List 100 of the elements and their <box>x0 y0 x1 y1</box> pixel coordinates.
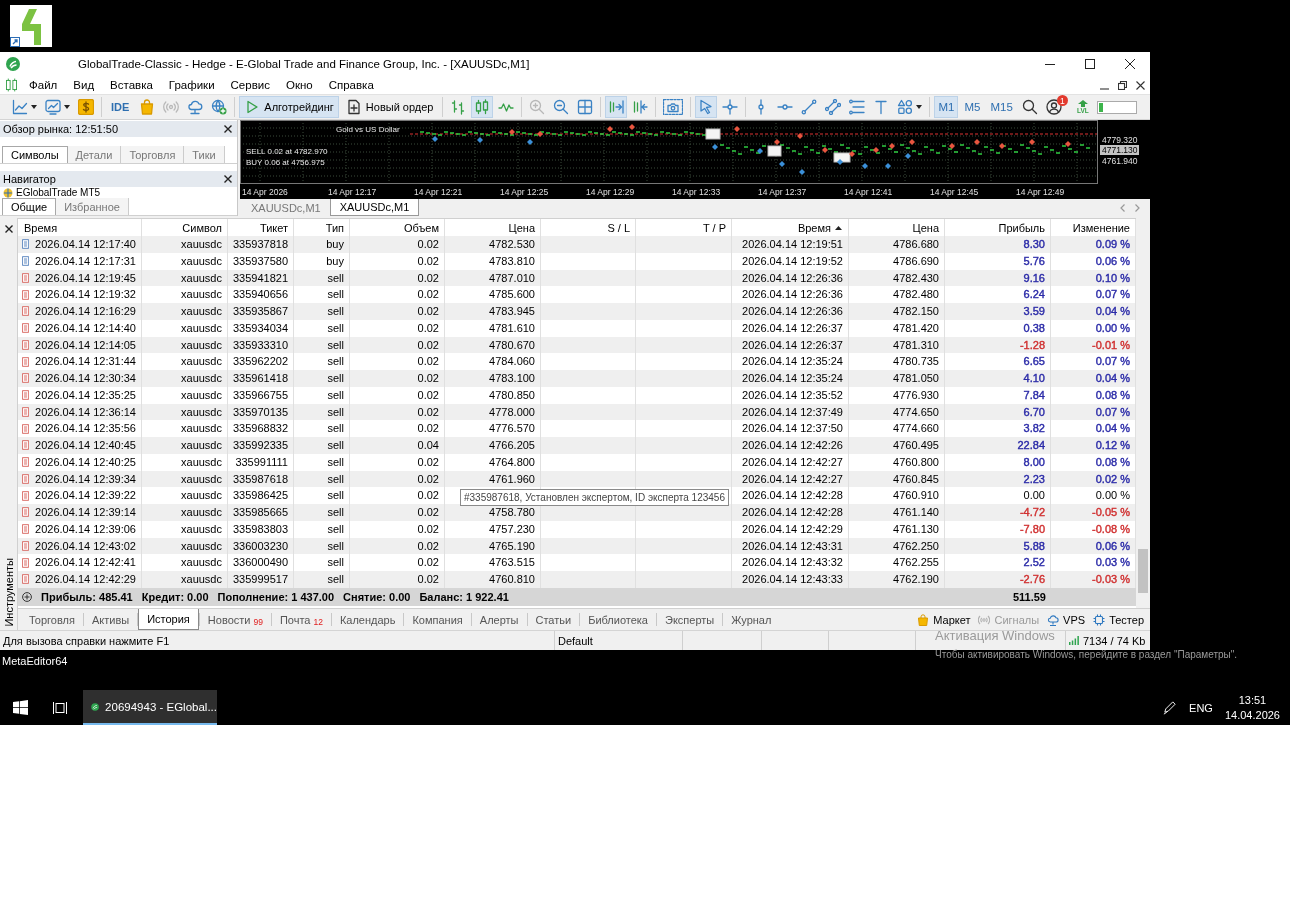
time-label: 14 Apr 12:49 <box>1016 186 1065 197</box>
total-profit: 511.59 <box>1011 590 1047 603</box>
summary-value: Пополнение: 1 437.00 <box>217 590 335 603</box>
algo-trading-button[interactable]: Алготрейдинг <box>239 96 339 118</box>
tree-item[interactable]: EGlobalTrade MT5 <box>16 187 101 198</box>
panel-tab[interactable]: Символы <box>2 146 68 163</box>
table-cell: xauusdc <box>142 504 228 521</box>
menu-item[interactable]: Сервис <box>222 76 278 94</box>
new-order-button[interactable]: Новый ордер <box>340 96 439 118</box>
clock-date[interactable]: 14.04.2026 <box>1224 707 1280 723</box>
table-cell-text: 2026.04.14 12:14:05 <box>35 337 136 353</box>
cursor-button[interactable] <box>695 96 718 118</box>
timeframe-button[interactable]: M5 <box>960 96 985 118</box>
panel-tab[interactable]: Почта 12 <box>271 609 331 630</box>
menu-item[interactable]: Вставка <box>102 76 161 94</box>
table-cell-text: 2026.04.14 12:36:14 <box>35 404 136 420</box>
scroll-right-icon[interactable] <box>1135 203 1140 212</box>
panel-tab[interactable]: Алерты <box>471 609 527 630</box>
search-icon <box>1021 99 1038 115</box>
scroll-left-icon[interactable] <box>1120 203 1125 212</box>
table-cell: sell <box>294 336 350 354</box>
panel-tab[interactable]: Статьи <box>527 609 580 630</box>
table-cell: 335999517 <box>228 571 294 588</box>
table-cell: sell <box>294 571 350 588</box>
panel-tab[interactable]: Избранное <box>56 198 129 215</box>
chart-tab[interactable]: XAUUSDc,M1 <box>329 199 420 216</box>
account-button[interactable]: 1 <box>1042 96 1065 118</box>
table-cell-text: 2026.04.14 12:17:31 <box>35 253 136 269</box>
table-cell: 335992335 <box>228 437 294 454</box>
table-cell: 4764.800 <box>445 453 541 471</box>
table-cell-text: 2026.04.14 12:19:45 <box>35 270 136 286</box>
chart-type-button[interactable] <box>471 96 494 118</box>
taskbar-app-button[interactable]: 20694943 - EGlobal... <box>83 690 217 725</box>
plus-circle-icon[interactable] <box>22 591 32 602</box>
table-cell: 7.84 <box>945 386 1051 404</box>
table-cell: -7.80 <box>945 520 1051 538</box>
table-cell: 0.02 <box>350 504 445 521</box>
app-shortcut-icon[interactable] <box>10 5 52 47</box>
timeframe-button[interactable]: M15 <box>986 96 1017 118</box>
menu-item[interactable]: Справка <box>320 76 382 94</box>
monitor-chart-icon <box>45 99 61 115</box>
table-cell: 4761.140 <box>849 504 945 521</box>
table-cell: 3.59 <box>945 303 1051 320</box>
table-cell: 0.02 <box>350 252 445 270</box>
table-cell-text: 2026.04.14 12:35:56 <box>35 421 136 437</box>
panel-tab[interactable]: Тики <box>184 146 225 163</box>
table-cell-text: 2026.04.14 12:39:14 <box>35 505 136 520</box>
table-cell: 335987618 <box>228 470 294 488</box>
table-cell-text: 2026.04.14 12:42:41 <box>35 555 136 571</box>
language-indicator[interactable]: ENG <box>1189 701 1213 714</box>
service-button[interactable]: Маркет <box>917 613 971 626</box>
menu-item[interactable]: Файл <box>21 76 66 94</box>
table-cell: 4783.810 <box>445 252 541 270</box>
pen-icon[interactable] <box>1162 700 1178 715</box>
table-cell: 4765.190 <box>445 537 541 555</box>
deposit-button[interactable] <box>75 96 97 118</box>
time-label: 14 Apr 12:17 <box>328 186 377 197</box>
menu-item[interactable]: Окно <box>277 76 321 94</box>
close-icon[interactable] <box>1136 80 1145 90</box>
crosshair-icon <box>722 99 739 115</box>
table-cell: 0.38 <box>945 319 1051 337</box>
panel-tab[interactable]: Торговля <box>121 146 185 163</box>
autoscroll-button[interactable] <box>605 96 628 118</box>
cloud-icon <box>1047 613 1060 626</box>
panel-tab[interactable]: Общие <box>2 198 57 215</box>
panel-tab[interactable]: Компания <box>404 609 471 630</box>
ide-button[interactable]: IDE <box>106 96 135 118</box>
table-cell: 4762.250 <box>849 537 945 555</box>
menu-item[interactable]: Вид <box>65 76 103 94</box>
panel-tab[interactable]: Новости 99 <box>199 609 271 630</box>
parallel-lines-icon <box>825 99 842 115</box>
table-cell: 2026.04.14 12:19:52 <box>732 252 849 270</box>
status-text: Для вызова справки нажмите F1 <box>0 631 555 650</box>
restore-icon[interactable] <box>1118 80 1127 90</box>
timeframe-button[interactable]: M1 <box>934 96 959 118</box>
chart-tab[interactable]: XAUUSDc,M1 <box>242 199 330 216</box>
service-button[interactable]: Тестер <box>1093 613 1144 626</box>
price-label: 4771.130 <box>1100 145 1140 155</box>
panel-tab[interactable]: Эксперты <box>656 609 723 630</box>
panel-tab[interactable]: Календарь <box>331 609 404 630</box>
clock-time[interactable]: 13:51 <box>1238 692 1267 708</box>
table-cell: 4781.610 <box>445 319 541 337</box>
table-cell: sell <box>294 504 350 521</box>
table-cell-text: 2026.04.14 12:39:22 <box>35 488 136 504</box>
service-button[interactable]: VPS <box>1047 613 1086 626</box>
panel-tab[interactable]: Детали <box>67 146 122 163</box>
scrollbar-thumb[interactable] <box>1138 549 1148 593</box>
panel-tab[interactable]: Библиотека <box>580 609 656 630</box>
panel-tab[interactable]: Торговля <box>21 609 83 630</box>
table-cell: -4.72 <box>945 504 1051 521</box>
table-cell: 0.02 <box>350 236 445 253</box>
panel-tab[interactable]: История <box>138 609 199 630</box>
table-cell: buy <box>294 252 350 270</box>
table-cell-text: 2026.04.14 12:40:25 <box>35 454 136 470</box>
table-cell: 4760.495 <box>849 437 945 454</box>
table-cell: sell <box>294 303 350 320</box>
panel-tab[interactable]: Журнал <box>723 609 780 630</box>
menu-item[interactable]: Графики <box>160 76 223 94</box>
panel-tab[interactable]: Активы <box>83 609 138 630</box>
tooltip: #335987618, Установлен экспертом, ID эксперта 123456 <box>460 489 729 506</box>
